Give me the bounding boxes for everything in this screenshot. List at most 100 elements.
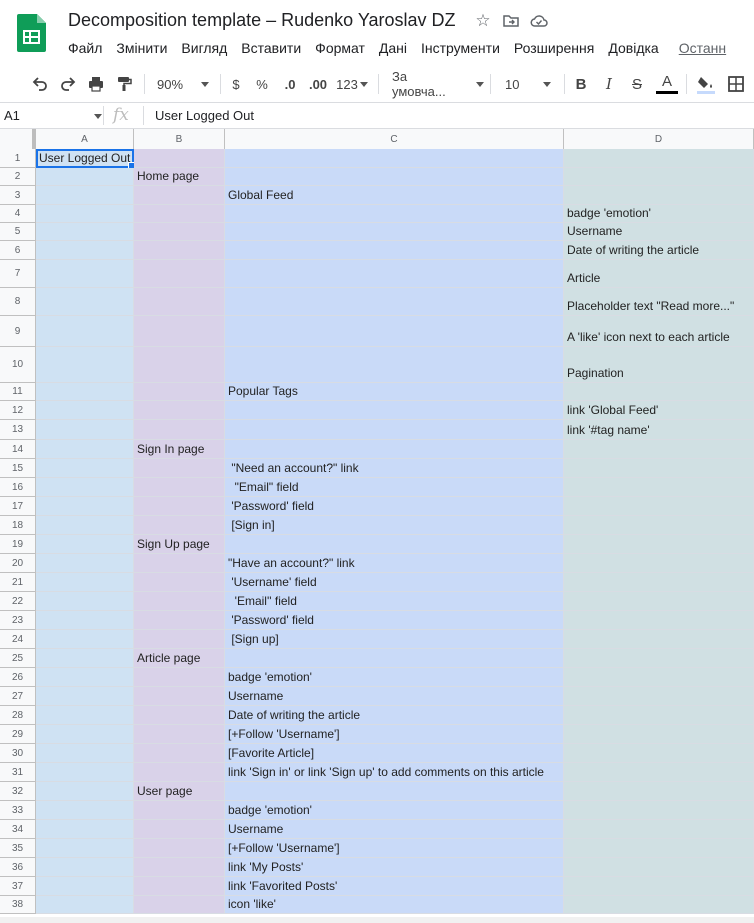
row-header[interactable]: 23: [0, 611, 36, 630]
borders-icon[interactable]: [726, 72, 746, 96]
cell-b[interactable]: Sign In page: [134, 440, 225, 459]
decrease-decimal-button[interactable]: .0: [280, 72, 300, 96]
cell-c[interactable]: [+Follow 'Username']: [225, 839, 564, 858]
cell-a[interactable]: [36, 316, 134, 347]
zoom-select[interactable]: 90%: [157, 72, 213, 96]
redo-icon[interactable]: [58, 72, 78, 96]
cell-d[interactable]: Pagination: [564, 347, 754, 383]
cell-d[interactable]: [564, 383, 754, 401]
row-header[interactable]: 3: [0, 186, 36, 205]
cell-d[interactable]: [564, 459, 754, 478]
row-header[interactable]: 9: [0, 316, 36, 347]
cell-a[interactable]: [36, 725, 134, 744]
cell-b[interactable]: [134, 763, 225, 782]
cell-d[interactable]: Placeholder text "Read more...": [564, 288, 754, 316]
cell-b[interactable]: [134, 223, 225, 241]
row-header[interactable]: 30: [0, 744, 36, 763]
row-header[interactable]: 13: [0, 420, 36, 440]
cell-b[interactable]: [134, 241, 225, 260]
cell-b[interactable]: [134, 383, 225, 401]
cell-c[interactable]: [225, 420, 564, 440]
cell-d[interactable]: [564, 149, 754, 168]
fill-color-icon[interactable]: [694, 72, 718, 96]
document-title[interactable]: Decomposition template – Rudenko Yarosla…: [68, 10, 456, 31]
cell-b[interactable]: [134, 288, 225, 316]
cell-d[interactable]: [564, 782, 754, 801]
cell-b[interactable]: [134, 478, 225, 497]
row-header[interactable]: 26: [0, 668, 36, 687]
cell-b[interactable]: [134, 420, 225, 440]
cell-c[interactable]: "Need an account?" link: [225, 459, 564, 478]
cell-a[interactable]: [36, 668, 134, 687]
cell-b[interactable]: [134, 347, 225, 383]
cell-d[interactable]: [564, 497, 754, 516]
cell-c[interactable]: Popular Tags: [225, 383, 564, 401]
cell-a[interactable]: [36, 440, 134, 459]
menu-help[interactable]: Довідка: [608, 38, 658, 58]
font-size-select[interactable]: 10: [505, 72, 557, 96]
cell-a[interactable]: [36, 592, 134, 611]
cell-a[interactable]: [36, 858, 134, 877]
cell-a[interactable]: [36, 478, 134, 497]
cell-c[interactable]: link 'Sign in' or link 'Sign up' to add …: [225, 763, 564, 782]
cell-a[interactable]: [36, 223, 134, 241]
menu-view[interactable]: Вигляд: [181, 38, 227, 58]
percent-button[interactable]: %: [254, 72, 270, 96]
cell-c[interactable]: [Sign up]: [225, 630, 564, 649]
cell-d[interactable]: [564, 554, 754, 573]
row-header[interactable]: 15: [0, 459, 36, 478]
cell-a[interactable]: [36, 420, 134, 440]
row-header[interactable]: 29: [0, 725, 36, 744]
cell-d[interactable]: [564, 668, 754, 687]
cell-b[interactable]: [134, 205, 225, 223]
cell-b[interactable]: Article page: [134, 649, 225, 668]
cell-c[interactable]: 'Password' field: [225, 497, 564, 516]
cell-a[interactable]: [36, 687, 134, 706]
cell-a[interactable]: [36, 260, 134, 288]
cell-d[interactable]: [564, 611, 754, 630]
cell-c[interactable]: Username: [225, 687, 564, 706]
row-header[interactable]: 27: [0, 687, 36, 706]
cell-a[interactable]: [36, 782, 134, 801]
cell-b[interactable]: [134, 706, 225, 725]
star-icon[interactable]: ☆: [474, 12, 492, 30]
more-formats-select[interactable]: 123: [335, 72, 369, 96]
cell-b[interactable]: [134, 149, 225, 168]
cell-a[interactable]: [36, 497, 134, 516]
cell-c[interactable]: [225, 782, 564, 801]
cell-b[interactable]: [134, 573, 225, 592]
menu-extensions[interactable]: Розширення: [514, 38, 594, 58]
cell-a[interactable]: [36, 516, 134, 535]
cell-d[interactable]: [564, 573, 754, 592]
cell-d[interactable]: link 'Global Feed': [564, 401, 754, 420]
cell-b[interactable]: [134, 820, 225, 839]
paint-format-icon[interactable]: [114, 72, 134, 96]
cell-a[interactable]: [36, 535, 134, 554]
undo-icon[interactable]: [30, 72, 50, 96]
cell-b[interactable]: [134, 611, 225, 630]
cell-a[interactable]: User Logged Out: [36, 149, 136, 170]
cell-d[interactable]: [564, 186, 754, 205]
cell-a[interactable]: [36, 288, 134, 316]
row-header[interactable]: 6: [0, 241, 36, 260]
row-header[interactable]: 22: [0, 592, 36, 611]
cell-c[interactable]: Global Feed: [225, 186, 564, 205]
cell-d[interactable]: Username: [564, 223, 754, 241]
cell-a[interactable]: [36, 744, 134, 763]
row-header[interactable]: 20: [0, 554, 36, 573]
cell-d[interactable]: [564, 801, 754, 820]
cell-d[interactable]: Article: [564, 260, 754, 288]
cell-b[interactable]: [134, 554, 225, 573]
cell-d[interactable]: [564, 168, 754, 186]
row-header[interactable]: 10: [0, 347, 36, 383]
row-header[interactable]: 31: [0, 763, 36, 782]
cell-d[interactable]: link '#tag name': [564, 420, 754, 440]
cell-a[interactable]: [36, 839, 134, 858]
cell-b[interactable]: [134, 401, 225, 420]
cell-c[interactable]: [225, 347, 564, 383]
cell-a[interactable]: [36, 820, 134, 839]
cell-d[interactable]: A 'like' icon next to each article: [564, 316, 754, 347]
formula-input[interactable]: User Logged Out: [155, 108, 254, 123]
select-all-corner[interactable]: [0, 129, 36, 149]
cell-b[interactable]: [134, 801, 225, 820]
